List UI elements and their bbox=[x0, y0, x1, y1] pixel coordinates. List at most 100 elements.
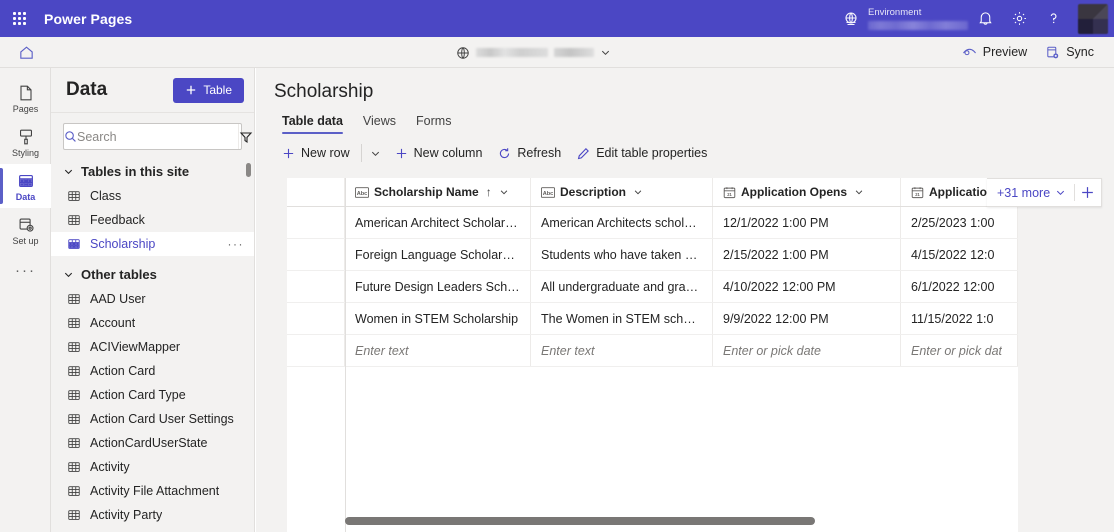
sidebar-item-account[interactable]: Account bbox=[51, 311, 254, 335]
cell-description[interactable]: All undergraduate and graduate s... bbox=[531, 271, 713, 302]
cell-scholarship-name[interactable]: Foreign Language Scholarship bbox=[345, 239, 531, 270]
table-icon bbox=[68, 486, 80, 496]
row-select-gutter[interactable] bbox=[287, 335, 345, 366]
sidebar-item-scholarship[interactable]: Scholarship ··· bbox=[51, 232, 254, 256]
add-column-button[interactable] bbox=[1075, 179, 1101, 207]
grid-header-description[interactable]: Abc Description bbox=[531, 178, 713, 206]
row-select-gutter[interactable] bbox=[287, 207, 345, 238]
new-table-button[interactable]: Table bbox=[173, 77, 244, 103]
cell-text: The Women in STEM scholarship i... bbox=[541, 311, 702, 326]
cell-application-opens[interactable]: 2/15/2022 1:00 PM bbox=[713, 239, 901, 270]
sidebar-item-activity-file-attachment[interactable]: Activity File Attachment bbox=[51, 479, 254, 503]
sidebar-item-more-icon[interactable]: ··· bbox=[228, 237, 245, 251]
home-icon[interactable] bbox=[0, 37, 52, 68]
chevron-down-icon[interactable] bbox=[633, 187, 643, 197]
sidebar-item-label: ActionCardUserState bbox=[90, 436, 208, 450]
row-select-gutter[interactable] bbox=[287, 239, 345, 270]
refresh-button[interactable]: Refresh bbox=[490, 140, 569, 166]
new-cell-description[interactable]: Enter text bbox=[531, 335, 713, 366]
new-column-button[interactable]: New column bbox=[387, 140, 491, 166]
sidebar-group-other-tables[interactable]: Other tables bbox=[51, 256, 254, 287]
sidebar-item-activity[interactable]: Activity bbox=[51, 455, 254, 479]
table-row[interactable]: Future Design Leaders Scholarship All un… bbox=[287, 271, 1018, 303]
app-launcher-icon[interactable] bbox=[0, 0, 38, 37]
new-column-label: New column bbox=[413, 146, 483, 160]
sidebar-item-action-card[interactable]: Action Card bbox=[51, 359, 254, 383]
scrollbar-thumb[interactable] bbox=[345, 517, 815, 525]
more-columns-button[interactable]: +31 more bbox=[987, 186, 1074, 200]
rail-item-pages[interactable]: Pages bbox=[0, 76, 51, 120]
new-row-placeholder[interactable]: Enter text Enter text Enter or pick date… bbox=[287, 335, 1018, 367]
row-select-gutter[interactable] bbox=[287, 303, 345, 334]
rail-item-setup[interactable]: Set up bbox=[0, 208, 51, 252]
sidebar-item-action-card-type[interactable]: Action Card Type bbox=[51, 383, 254, 407]
chevron-down-icon bbox=[601, 50, 610, 56]
sidebar-item-actioncarduserstate[interactable]: ActionCardUserState bbox=[51, 431, 254, 455]
environment-indicator[interactable]: Environment bbox=[868, 0, 968, 37]
new-cell-application-due[interactable]: Enter or pick dat bbox=[901, 335, 1018, 366]
sync-button[interactable]: Sync bbox=[1037, 41, 1102, 64]
tab-forms[interactable]: Forms bbox=[408, 110, 459, 136]
cell-description[interactable]: American Architects scholarship is... bbox=[531, 207, 713, 238]
new-row-button[interactable]: New row bbox=[274, 140, 358, 166]
site-selector[interactable] bbox=[456, 37, 611, 68]
tab-table-data[interactable]: Table data bbox=[274, 110, 351, 136]
rail-more-icon[interactable]: ··· bbox=[0, 252, 51, 288]
page-title: Scholarship bbox=[274, 81, 374, 102]
table-data-grid: Abc Scholarship Name ↑ Abc Description 2… bbox=[287, 178, 1018, 532]
cell-application-due[interactable]: 2/25/2023 1:00 bbox=[901, 207, 1018, 238]
cell-scholarship-name[interactable]: Future Design Leaders Scholarship bbox=[345, 271, 531, 302]
cell-application-opens[interactable]: 4/10/2022 12:00 PM bbox=[713, 271, 901, 302]
settings-gear-icon[interactable] bbox=[1002, 0, 1036, 37]
cell-description[interactable]: Students who have taken at least ... bbox=[531, 239, 713, 270]
abc-text-icon: Abc bbox=[541, 186, 555, 198]
cell-application-due[interactable]: 4/15/2022 12:0 bbox=[901, 239, 1018, 270]
chevron-down-icon[interactable] bbox=[499, 187, 509, 197]
cell-scholarship-name[interactable]: Women in STEM Scholarship bbox=[345, 303, 531, 334]
rail-item-data[interactable]: Data bbox=[0, 164, 51, 208]
cell-application-opens[interactable]: 12/1/2022 1:00 PM bbox=[713, 207, 901, 238]
cell-application-due[interactable]: 11/15/2022 1:0 bbox=[901, 303, 1018, 334]
user-avatar[interactable] bbox=[1078, 3, 1108, 34]
sidebar-group-label: Other tables bbox=[81, 267, 157, 282]
table-icon bbox=[68, 366, 80, 376]
rail-item-styling[interactable]: Styling bbox=[0, 120, 51, 164]
grid-header-application-opens[interactable]: 21 Application Opens bbox=[713, 178, 901, 206]
search-input[interactable] bbox=[77, 129, 238, 144]
edit-table-properties-button[interactable]: Edit table properties bbox=[569, 140, 715, 166]
cell-application-opens[interactable]: 9/9/2022 12:00 PM bbox=[713, 303, 901, 334]
grid-horizontal-scrollbar[interactable] bbox=[287, 514, 1018, 526]
sidebar-item-label: ACIViewMapper bbox=[90, 340, 181, 354]
table-row[interactable]: Foreign Language Scholarship Students wh… bbox=[287, 239, 1018, 271]
content-tabs: Table data Views Forms bbox=[256, 103, 1114, 136]
cell-application-due[interactable]: 6/1/2022 12:00 bbox=[901, 271, 1018, 302]
cell-scholarship-name[interactable]: American Architect Scholarship bbox=[345, 207, 531, 238]
search-box[interactable] bbox=[63, 123, 253, 150]
notifications-bell-icon[interactable] bbox=[968, 0, 1002, 37]
sidebar-item-label: Feedback bbox=[90, 213, 145, 227]
filter-icon[interactable] bbox=[238, 124, 253, 149]
preview-button[interactable]: Preview bbox=[954, 41, 1035, 64]
sidebar-group-tables-in-site[interactable]: Tables in this site bbox=[51, 158, 254, 184]
sidebar-item-class[interactable]: Class bbox=[51, 184, 254, 208]
tab-views[interactable]: Views bbox=[355, 110, 404, 136]
sidebar-item-action-card-user-settings[interactable]: Action Card User Settings bbox=[51, 407, 254, 431]
sidebar-item-aad-user[interactable]: AAD User bbox=[51, 287, 254, 311]
help-question-icon[interactable] bbox=[1036, 0, 1070, 37]
global-discovery-icon[interactable] bbox=[836, 11, 866, 27]
cell-text: Students who have taken at least ... bbox=[541, 247, 702, 262]
new-row-chevron-down-icon[interactable] bbox=[365, 140, 387, 166]
new-cell-scholarship-name[interactable]: Enter text bbox=[345, 335, 531, 366]
svg-text:21: 21 bbox=[727, 192, 732, 197]
table-row[interactable]: Women in STEM Scholarship The Women in S… bbox=[287, 303, 1018, 335]
chevron-down-icon[interactable] bbox=[854, 187, 864, 197]
grid-header-scholarship-name[interactable]: Abc Scholarship Name ↑ bbox=[345, 178, 531, 206]
sidebar-item-feedback[interactable]: Feedback bbox=[51, 208, 254, 232]
new-cell-application-opens[interactable]: Enter or pick date bbox=[713, 335, 901, 366]
row-select-gutter[interactable] bbox=[287, 271, 345, 302]
sidebar-item-aciviewmapper[interactable]: ACIViewMapper bbox=[51, 335, 254, 359]
sidebar-item-activity-party[interactable]: Activity Party bbox=[51, 503, 254, 527]
sidebar-scrollbar-thumb[interactable] bbox=[246, 163, 251, 177]
cell-description[interactable]: The Women in STEM scholarship i... bbox=[531, 303, 713, 334]
table-row[interactable]: American Architect Scholarship American … bbox=[287, 207, 1018, 239]
